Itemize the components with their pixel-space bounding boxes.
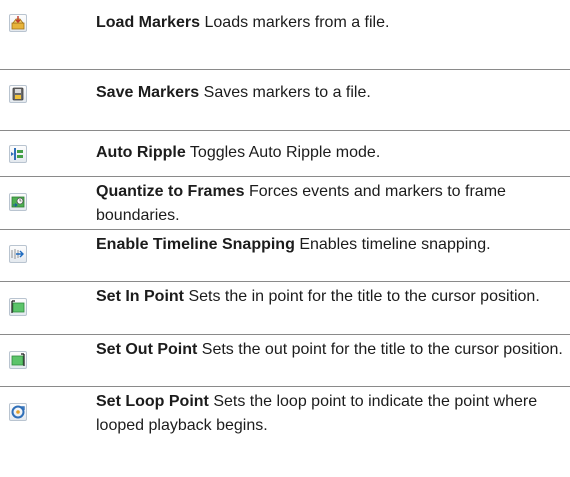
- row-description: Set Loop Point Sets the loop point to in…: [96, 390, 570, 438]
- command-name: Set Out Point: [96, 341, 198, 358]
- command-name: Load Markers: [96, 14, 201, 31]
- set-out-point-icon: [9, 351, 27, 369]
- table-row: Auto Ripple Toggles Auto Ripple mode.: [0, 130, 570, 177]
- command-name: Save Markers: [96, 84, 200, 101]
- command-name: Enable Timeline Snapping: [96, 236, 295, 253]
- set-loop-point-icon: [9, 403, 27, 421]
- set-in-point-icon: [9, 298, 27, 316]
- row-description: Save Markers Saves markers to a file.: [96, 81, 570, 105]
- command-name: Quantize to Frames: [96, 183, 245, 200]
- command-description: Saves markers to a file.: [203, 84, 371, 101]
- row-description: Enable Timeline Snapping Enables timelin…: [96, 233, 570, 257]
- command-description: Sets the out point for the title to the …: [201, 341, 563, 358]
- auto-ripple-icon: [9, 145, 27, 163]
- command-name: Set Loop Point: [96, 393, 209, 410]
- table-row: Load Markers Loads markers from a file.: [0, 0, 570, 52]
- row-description: Set In Point Sets the in point for the t…: [96, 285, 570, 309]
- timeline-snapping-icon: [9, 245, 27, 263]
- command-name: Set In Point: [96, 288, 184, 305]
- row-description: Auto Ripple Toggles Auto Ripple mode.: [96, 141, 570, 165]
- table-row: Quantize to Frames Forces events and mar…: [0, 176, 570, 230]
- table-row: Enable Timeline Snapping Enables timelin…: [0, 229, 570, 282]
- command-description: Loads markers from a file.: [204, 14, 390, 31]
- command-description: Enables timeline snapping.: [299, 236, 491, 253]
- table-row: Save Markers Saves markers to a file.: [0, 69, 570, 123]
- row-description: Load Markers Loads markers from a file.: [96, 11, 570, 35]
- table-row: Set Loop Point Sets the loop point to in…: [0, 386, 570, 457]
- toolbar-reference-table: Load Markers Loads markers from a file. …: [0, 0, 570, 477]
- command-description: Toggles Auto Ripple mode.: [189, 144, 381, 161]
- command-description: Sets the in point for the title to the c…: [188, 288, 540, 305]
- row-description: Set Out Point Sets the out point for the…: [96, 338, 570, 362]
- row-description: Quantize to Frames Forces events and mar…: [96, 180, 570, 228]
- load-markers-icon: [9, 14, 27, 32]
- save-markers-icon: [9, 85, 27, 103]
- table-row: Set In Point Sets the in point for the t…: [0, 281, 570, 335]
- table-row: Set Out Point Sets the out point for the…: [0, 334, 570, 387]
- quantize-to-frames-icon: [9, 193, 27, 211]
- command-name: Auto Ripple: [96, 144, 186, 161]
